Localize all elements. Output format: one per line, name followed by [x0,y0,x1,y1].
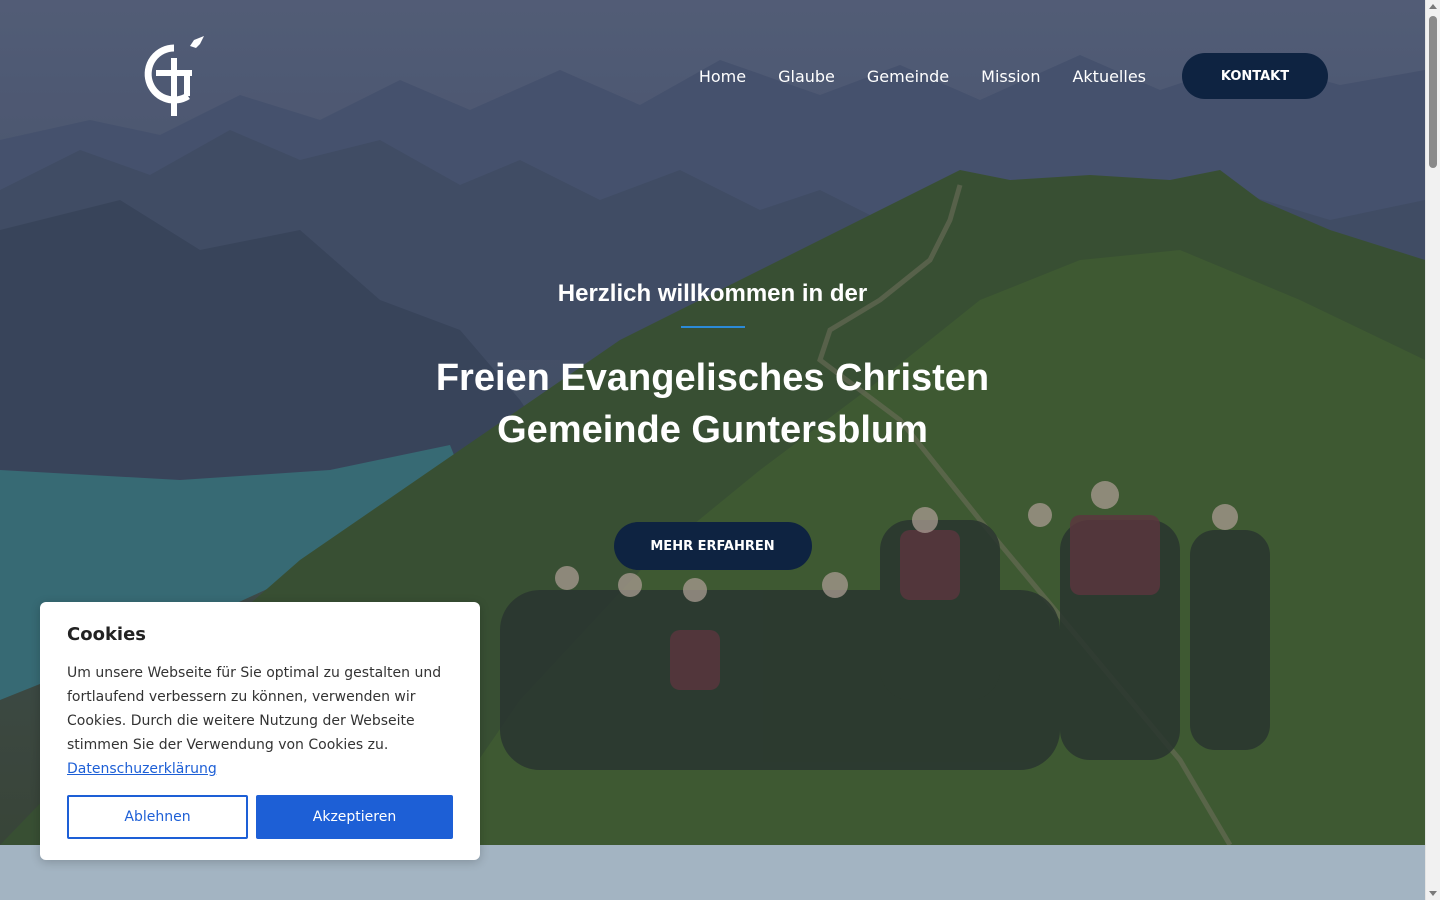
page-scrollbar[interactable] [1425,0,1440,900]
hero-title-line1: Freien Evangelisches Christen [435,357,990,399]
decline-cookies-button[interactable]: Ablehnen [67,795,248,839]
cookie-text: Um unsere Webseite für Sie optimal zu ge… [67,661,453,781]
hero-welcome-text: Herzlich willkommen in der [557,280,868,307]
learn-more-button[interactable]: MEHR ERFAHREN [613,522,812,570]
cookie-consent-dialog: Cookies Um unsere Webseite für Sie optim… [40,602,480,860]
hero-content: Herzlich willkommen in der Freien Evange… [0,280,1425,570]
accept-cookies-button[interactable]: Akzeptieren [256,795,453,839]
cross-with-dove-logo-icon [144,36,204,116]
contact-button[interactable]: KONTAKT [1182,53,1328,99]
main-navigation: Home Glaube Gemeinde Mission Aktuelles K… [667,53,1328,99]
nav-home[interactable]: Home [699,67,746,86]
cookie-text-body: Um unsere Webseite für Sie optimal zu ge… [67,665,442,753]
church-logo[interactable] [138,36,206,122]
nav-mission[interactable]: Mission [981,67,1040,86]
scroll-up-arrow-icon[interactable] [1429,4,1437,9]
nav-glaube[interactable]: Glaube [778,67,835,86]
privacy-policy-link[interactable]: Datenschuzerklärung [67,761,217,777]
hero-title-line2: Gemeinde Guntersblum [497,409,928,451]
scroll-thumb[interactable] [1429,16,1437,168]
nav-gemeinde[interactable]: Gemeinde [867,67,949,86]
nav-aktuelles[interactable]: Aktuelles [1072,67,1146,86]
cookie-buttons: Ablehnen Akzeptieren [67,795,453,839]
scroll-down-arrow-icon[interactable] [1429,891,1437,896]
hero-title: Freien Evangelisches Christen Gemeinde G… [0,352,1425,456]
cookie-title: Cookies [67,624,147,645]
hero-divider [680,326,745,328]
